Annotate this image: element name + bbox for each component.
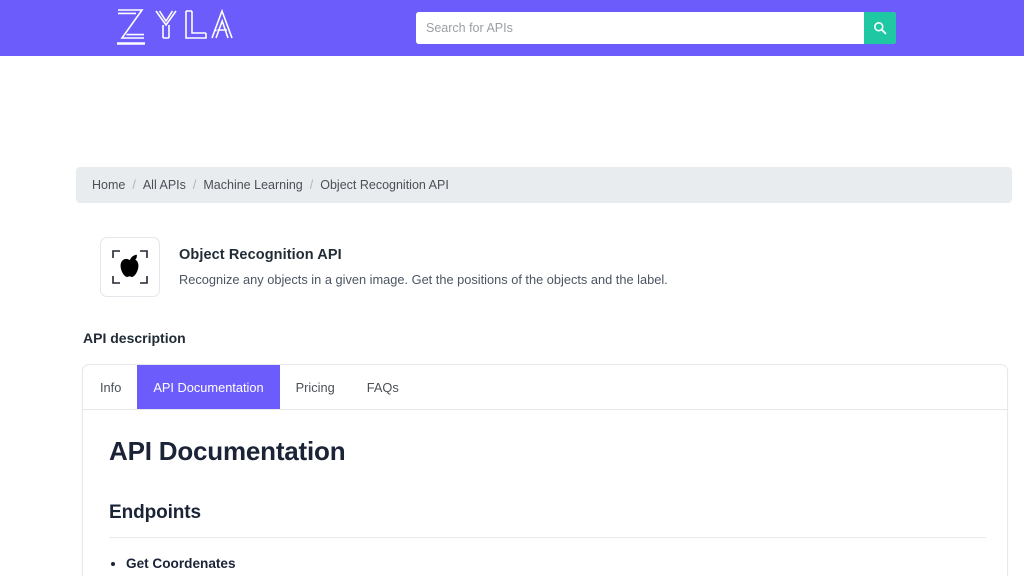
list-item: Get Coordenates Retrieve the positions o…	[126, 555, 981, 576]
zyla-logo-icon	[112, 2, 236, 50]
apple-in-detection-frame-icon	[110, 247, 150, 287]
endpoints-divider	[109, 537, 986, 538]
breadcrumb: Home / All APIs / Machine Learning / Obj…	[76, 167, 1012, 203]
tab-info[interactable]: Info	[84, 365, 137, 409]
api-detail-card: Info API Documentation Pricing FAQs API …	[82, 364, 1008, 576]
tab-faqs[interactable]: FAQs	[351, 365, 415, 409]
site-header	[0, 0, 1024, 56]
api-description: Recognize any objects in a given image. …	[179, 272, 668, 287]
search-bar	[416, 12, 896, 44]
tab-api-documentation[interactable]: API Documentation	[137, 365, 279, 409]
api-header: Object Recognition API Recognize any obj…	[100, 237, 668, 297]
breadcrumb-item-home[interactable]: Home	[92, 178, 125, 192]
breadcrumb-item-all-apis[interactable]: All APIs	[143, 178, 186, 192]
api-icon-container	[100, 237, 160, 297]
tab-panel-api-documentation: API Documentation Endpoints Get Coordena…	[83, 410, 1007, 576]
search-button[interactable]	[864, 12, 896, 44]
tab-bar: Info API Documentation Pricing FAQs	[83, 365, 1007, 410]
api-title: Object Recognition API	[179, 247, 668, 263]
endpoints-heading: Endpoints	[109, 502, 981, 524]
breadcrumb-separator: /	[132, 178, 135, 192]
endpoint-name: Get Coordenates	[126, 556, 236, 571]
search-input[interactable]	[416, 12, 864, 44]
section-label-api-description: API description	[83, 330, 186, 346]
breadcrumb-item-machine-learning[interactable]: Machine Learning	[203, 178, 302, 192]
documentation-title: API Documentation	[109, 436, 981, 467]
breadcrumb-item-current: Object Recognition API	[320, 178, 449, 192]
breadcrumb-separator: /	[310, 178, 313, 192]
search-icon	[873, 21, 887, 35]
tab-pricing[interactable]: Pricing	[280, 365, 351, 409]
zyla-logo[interactable]	[112, 2, 236, 50]
breadcrumb-separator: /	[193, 178, 196, 192]
api-text-block: Object Recognition API Recognize any obj…	[179, 237, 668, 287]
endpoint-list: Get Coordenates Retrieve the positions o…	[109, 555, 981, 576]
